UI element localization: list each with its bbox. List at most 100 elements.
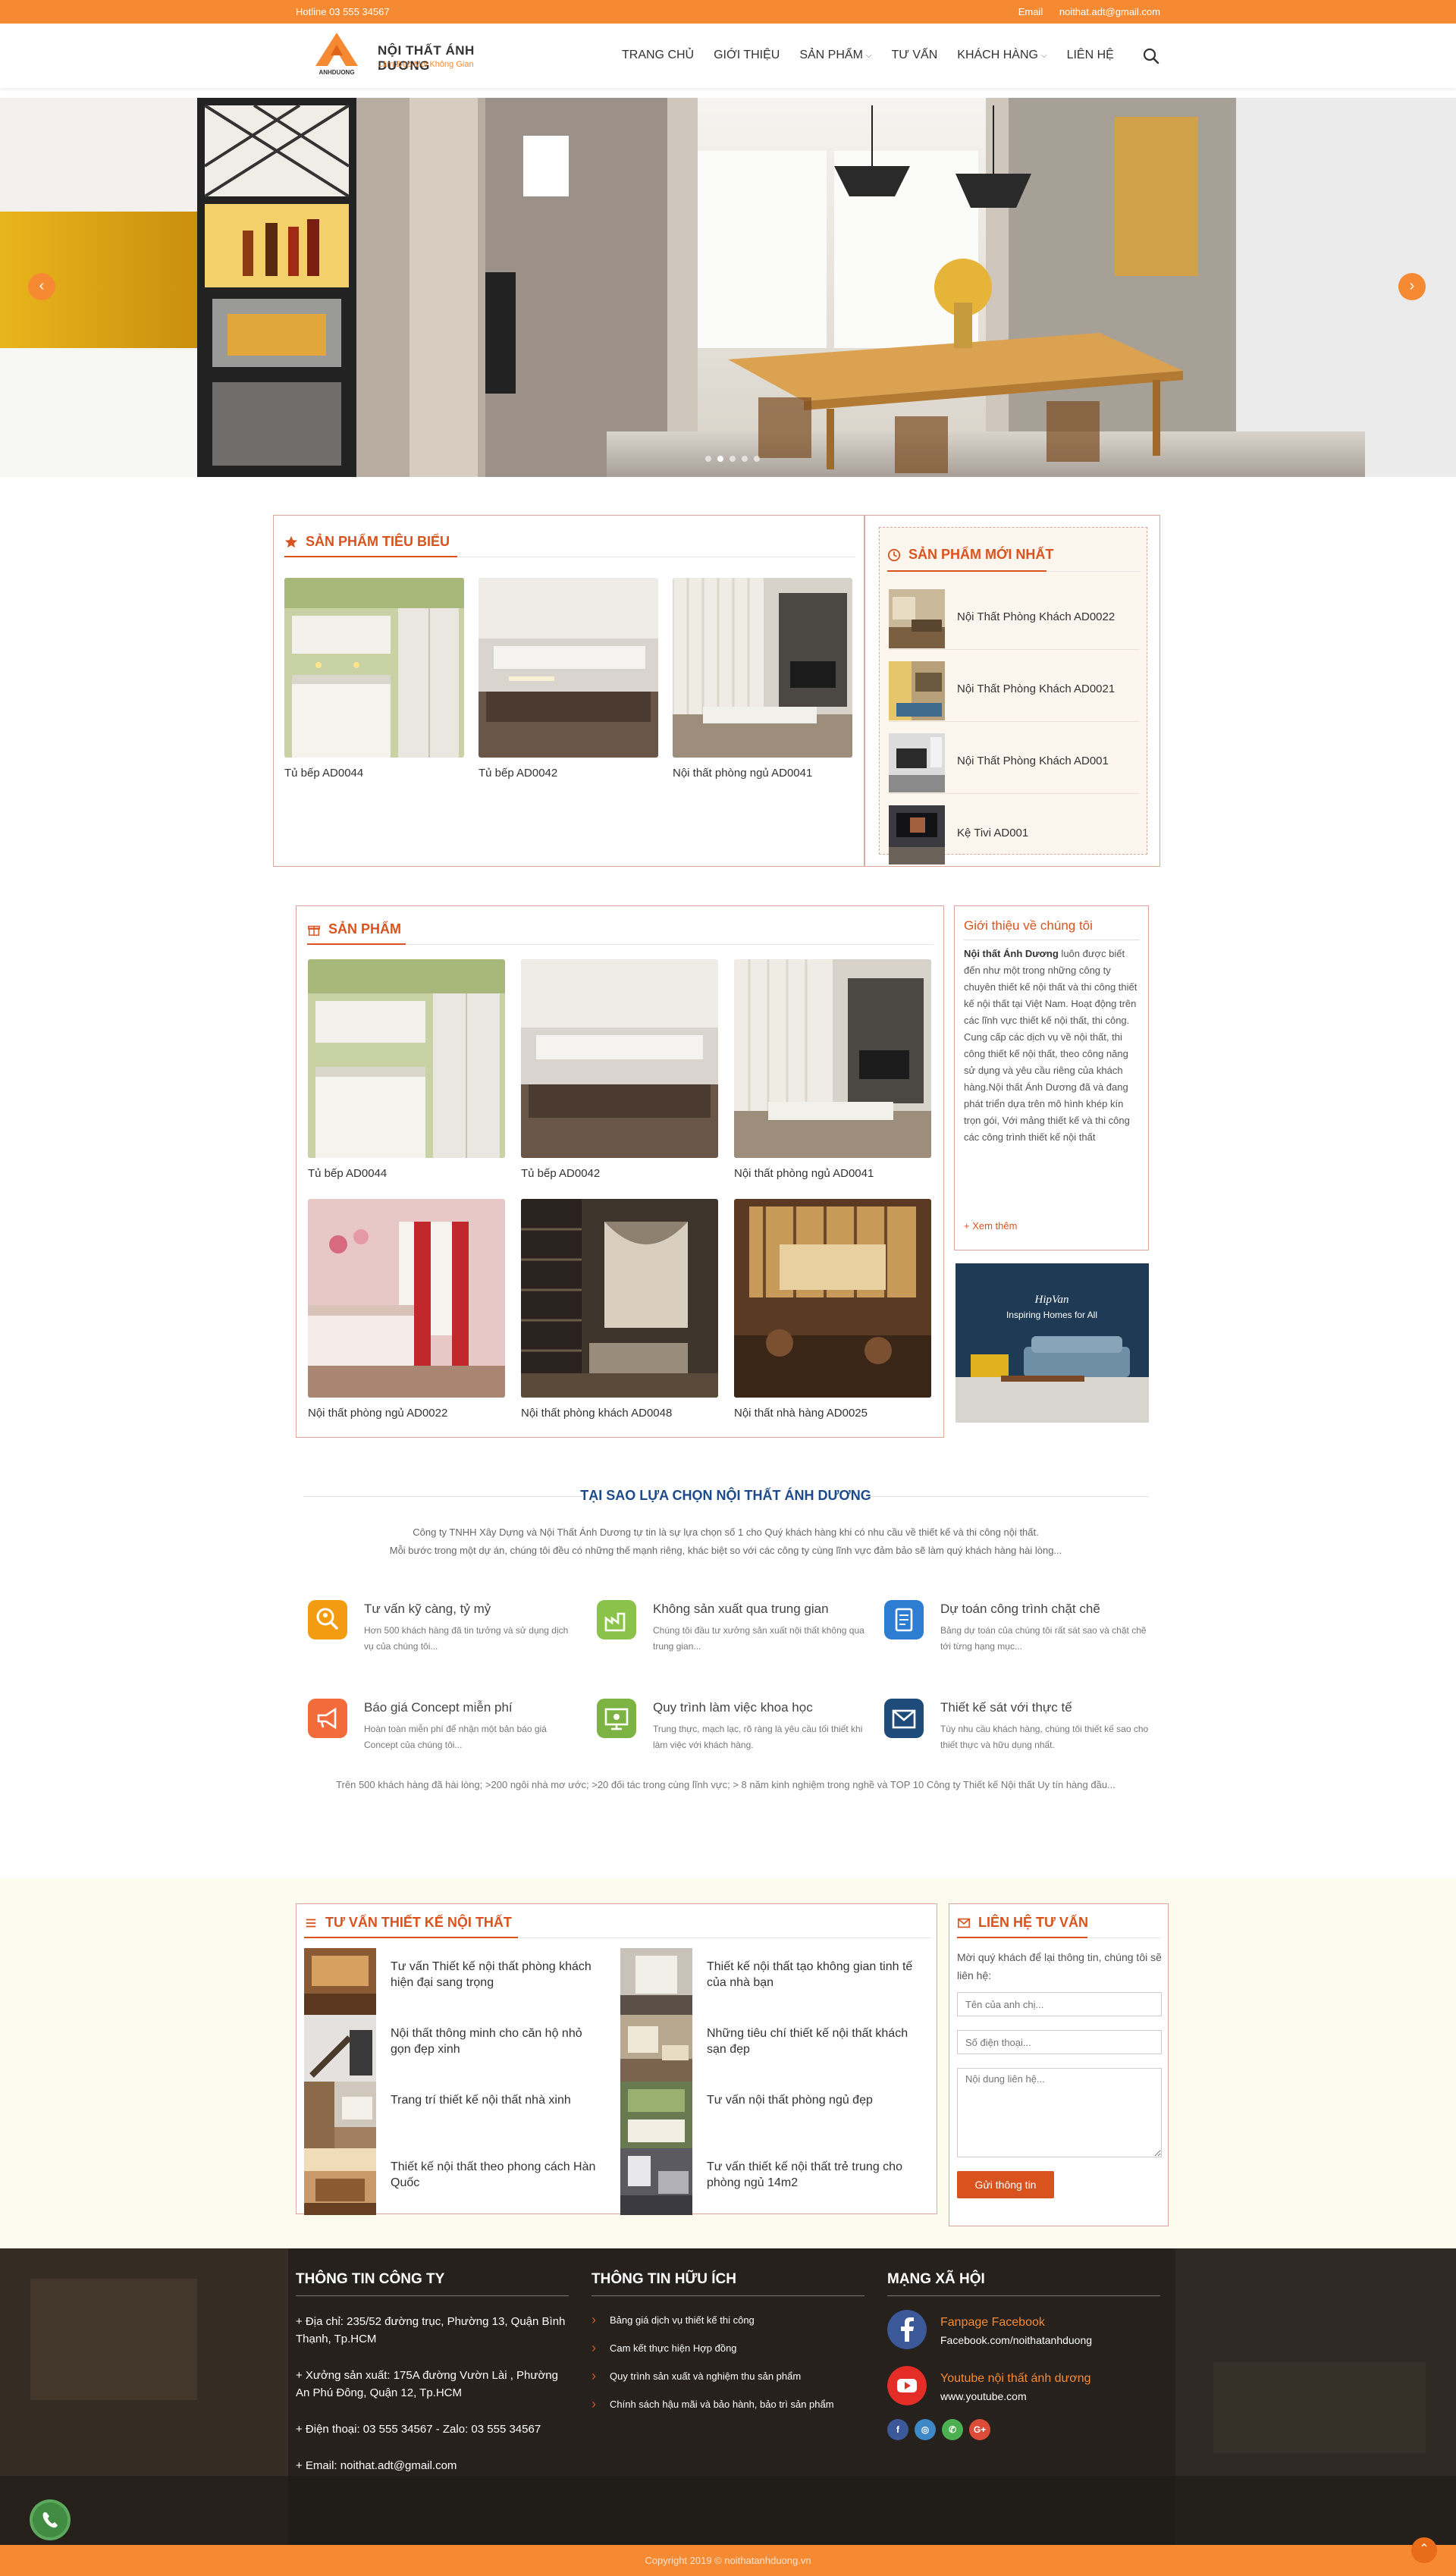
hero-dot[interactable]	[742, 456, 748, 462]
nav-customers[interactable]: KHÁCH HÀNG ⌵	[957, 49, 1046, 62]
youtube-link[interactable]: Youtube nội thất ánh dương www.youtube.c…	[887, 2366, 1160, 2411]
product-name[interactable]: Tủ bếp AD0044	[284, 767, 464, 780]
facebook-link[interactable]: Fanpage Facebook Facebook.com/noithatanh…	[887, 2310, 1160, 2355]
phone-icon[interactable]: ✆	[942, 2419, 963, 2440]
product-image[interactable]	[479, 578, 658, 758]
product-image[interactable]	[734, 959, 931, 1158]
advice-thumb[interactable]	[620, 2082, 692, 2148]
advice-thumb[interactable]	[304, 2082, 376, 2148]
newest-title-link[interactable]: Nội Thất Phòng Khách AD0021	[957, 682, 1115, 695]
hotline[interactable]: Hotline 03 555 34567	[296, 6, 390, 17]
hero-dot-active[interactable]	[717, 456, 723, 462]
nav-home[interactable]: TRANG CHỦ	[622, 49, 694, 62]
call-fab[interactable]	[30, 2499, 71, 2540]
product-image[interactable]	[521, 959, 718, 1158]
product-name[interactable]: Nội thất phòng ngủ AD0022	[308, 1407, 505, 1420]
product-image[interactable]	[308, 959, 505, 1158]
newest-item[interactable]: Nội Thất Phòng Khách AD001	[889, 729, 1139, 794]
email-address[interactable]: noithat.adt@gmail.com	[1059, 6, 1160, 17]
site-logo[interactable]: ANHDUONG NỘI THẤT ÁNH DƯƠNG Làm Đẹp Mọi …	[302, 28, 499, 81]
product-image[interactable]	[673, 578, 852, 758]
advice-item[interactable]: Tư vấn thiết kế nội thất trẻ trung cho p…	[620, 2148, 924, 2215]
back-to-top-button[interactable]: ⌃	[1411, 2537, 1437, 2563]
hero-prev-button[interactable]: ‹	[28, 273, 55, 300]
newest-title-link[interactable]: Kệ Tivi AD001	[957, 827, 1028, 839]
facebook-small-icon[interactable]: f	[887, 2419, 908, 2440]
advice-item[interactable]: Tư vấn nội thất phòng ngủ đẹp	[620, 2082, 924, 2148]
product-name[interactable]: Tủ bếp AD0042	[521, 1167, 718, 1180]
advice-thumb[interactable]	[304, 1948, 376, 2015]
product-name[interactable]: Nội thất phòng ngủ AD0041	[734, 1167, 931, 1180]
advice-thumb[interactable]	[620, 2148, 692, 2215]
facebook-url[interactable]: Facebook.com/noithatanhduong	[940, 2334, 1092, 2346]
hero-dot[interactable]	[705, 456, 711, 462]
instagram-icon[interactable]: ◎	[915, 2419, 936, 2440]
nav-about[interactable]: GIỚI THIỆU	[714, 49, 780, 62]
phone-input[interactable]	[957, 2030, 1162, 2054]
featured-card[interactable]: Nội thất phòng ngủ AD0041	[673, 578, 852, 780]
hero-next-button[interactable]: ›	[1398, 273, 1426, 300]
advice-item[interactable]: Nội thất thông minh cho căn hộ nhỏ gọn đ…	[304, 2015, 607, 2082]
product-card[interactable]: Tủ bếp AD0044	[308, 959, 505, 1180]
advice-item[interactable]: Những tiêu chí thiết kế nội thất khách s…	[620, 2015, 924, 2082]
newest-thumb[interactable]	[889, 733, 945, 792]
newest-item[interactable]: Nội Thất Phòng Khách AD0022	[889, 585, 1139, 650]
facebook-title[interactable]: Fanpage Facebook	[940, 2316, 1045, 2330]
advice-title-link[interactable]: Nội thất thông minh cho căn hộ nhỏ gọn đ…	[391, 2025, 603, 2057]
advice-item[interactable]: Thiết kế nội thất tạo không gian tinh tế…	[620, 1948, 924, 2015]
featured-card[interactable]: Tủ bếp AD0044	[284, 578, 464, 780]
hero-slider[interactable]: ‹ ›	[0, 98, 1456, 477]
product-card[interactable]: Nội thất nhà hàng AD0025	[734, 1199, 931, 1420]
advice-thumb[interactable]	[620, 2015, 692, 2082]
google-plus-icon[interactable]: G+	[969, 2419, 990, 2440]
advice-item[interactable]: Thiết kế nội thất theo phong cách Hàn Qu…	[304, 2148, 607, 2215]
newest-item[interactable]: Kệ Tivi AD001	[889, 801, 1139, 866]
company-email[interactable]: + Email: noithat.adt@gmail.com	[296, 2457, 569, 2474]
advice-thumb[interactable]	[620, 1948, 692, 2015]
newest-thumb[interactable]	[889, 589, 945, 648]
advice-title-link[interactable]: Thiết kế nội thất tạo không gian tinh tế…	[707, 1959, 919, 1991]
nav-advice[interactable]: TƯ VẤN	[892, 49, 938, 62]
nav-contact[interactable]: LIÊN HỆ	[1067, 49, 1114, 62]
product-name[interactable]: Nội thất phòng khách AD0048	[521, 1407, 718, 1420]
product-card[interactable]: Nội thất phòng khách AD0048	[521, 1199, 718, 1420]
message-textarea[interactable]	[957, 2068, 1162, 2157]
name-input[interactable]	[957, 1992, 1162, 2016]
newest-title-link[interactable]: Nội Thất Phòng Khách AD001	[957, 755, 1109, 767]
newest-thumb[interactable]	[889, 661, 945, 720]
nav-products[interactable]: SẢN PHẨM ⌵	[799, 49, 871, 62]
newest-title-link[interactable]: Nội Thất Phòng Khách AD0022	[957, 610, 1115, 623]
read-more-link[interactable]: + Xem thêm	[964, 1220, 1017, 1232]
footer-link[interactable]: Quy trình sản xuất và nghiệm thu sản phẩ…	[592, 2368, 864, 2384]
product-name[interactable]: Nội thất nhà hàng AD0025	[734, 1407, 931, 1420]
advice-item[interactable]: Tư vấn Thiết kế nội thất phòng khách hiệ…	[304, 1948, 607, 2015]
newest-item[interactable]: Nội Thất Phòng Khách AD0021	[889, 657, 1139, 722]
advice-thumb[interactable]	[304, 2148, 376, 2215]
youtube-title[interactable]: Youtube nội thất ánh dương	[940, 2372, 1091, 2386]
footer-link[interactable]: Chính sách hậu mãi và bảo hành, bảo trì …	[592, 2396, 864, 2412]
submit-button[interactable]: Gửi thông tin	[957, 2171, 1054, 2198]
hero-dot[interactable]	[754, 456, 760, 462]
newest-thumb[interactable]	[889, 805, 945, 864]
company-phone[interactable]: + Điện thoại: 03 555 34567 - Zalo: 03 55…	[296, 2421, 569, 2438]
product-card[interactable]: Tủ bếp AD0042	[521, 959, 718, 1180]
product-name[interactable]: Tủ bếp AD0044	[308, 1167, 505, 1180]
featured-card[interactable]: Tủ bếp AD0042	[479, 578, 658, 780]
advice-title-link[interactable]: Tư vấn thiết kế nội thất trẻ trung cho p…	[707, 2159, 919, 2191]
search-icon[interactable]	[1142, 47, 1160, 65]
product-card[interactable]: Nội thất phòng ngủ AD0041	[734, 959, 931, 1180]
advice-title-link[interactable]: Tư vấn Thiết kế nội thất phòng khách hiệ…	[391, 1959, 603, 1991]
advice-item[interactable]: Trang trí thiết kế nội thất nhà xinh	[304, 2082, 607, 2148]
advice-title-link[interactable]: Thiết kế nội thất theo phong cách Hàn Qu…	[391, 2159, 603, 2191]
hero-dot[interactable]	[730, 456, 736, 462]
product-name[interactable]: Tủ bếp AD0042	[479, 767, 658, 780]
advice-thumb[interactable]	[304, 2015, 376, 2082]
youtube-url[interactable]: www.youtube.com	[940, 2390, 1027, 2402]
footer-link[interactable]: Cam kết thực hiện Hợp đồng	[592, 2340, 864, 2356]
product-card[interactable]: Nội thất phòng ngủ AD0022	[308, 1199, 505, 1420]
advice-title-link[interactable]: Tư vấn nội thất phòng ngủ đẹp	[707, 2092, 919, 2108]
product-image[interactable]	[734, 1199, 931, 1398]
hipvan-banner[interactable]: HipVan Inspiring Homes for All	[956, 1263, 1149, 1423]
product-image[interactable]	[521, 1199, 718, 1398]
advice-title-link[interactable]: Những tiêu chí thiết kế nội thất khách s…	[707, 2025, 919, 2057]
